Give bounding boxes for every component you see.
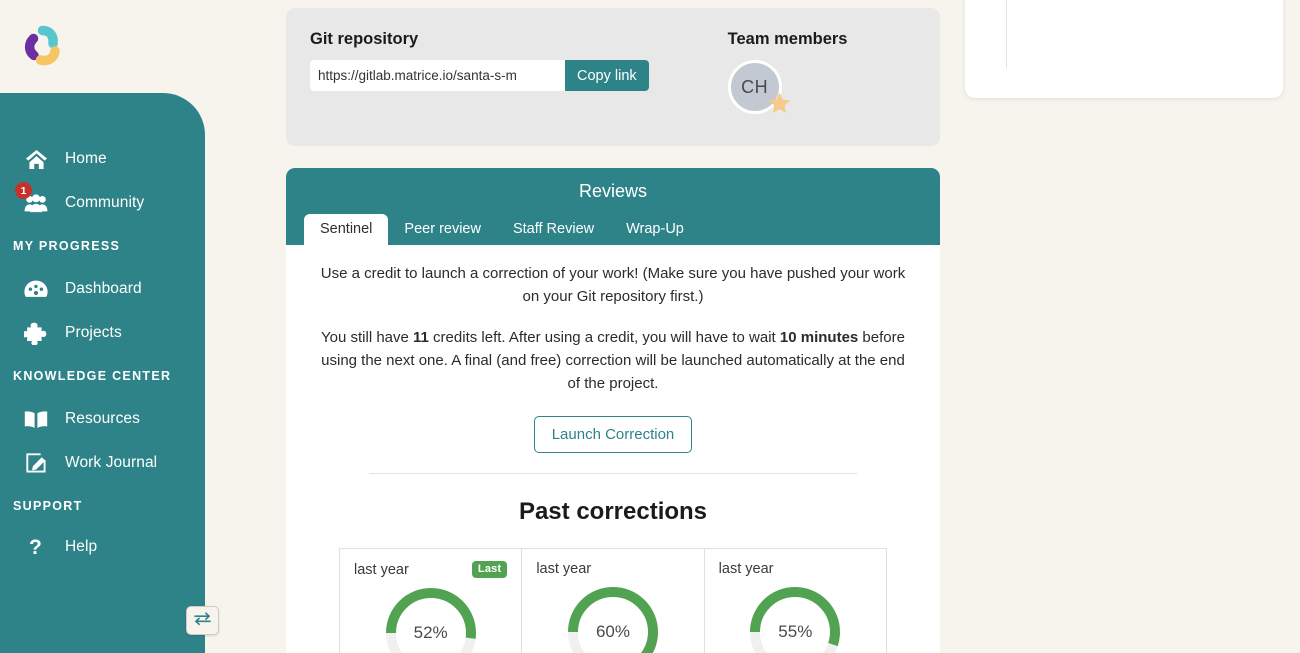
sidebar-item-label: Home — [65, 150, 107, 167]
sidebar-item-label: Help — [65, 538, 98, 555]
credit-instructions-text: Use a credit to launch a correction of y… — [320, 265, 906, 306]
reviews-card: Reviews Sentinel Peer review Staff Revie… — [286, 168, 940, 653]
score-value: 55% — [778, 622, 813, 642]
repo-input-group: Copy link — [310, 60, 649, 91]
question-mark-icon: ? — [24, 535, 48, 559]
git-repository-group: Git repository Copy link — [310, 30, 649, 91]
score-donut: 60% — [565, 584, 661, 653]
score-value: 52% — [413, 623, 448, 643]
launch-correction-button[interactable]: Launch Correction — [533, 416, 693, 454]
sidebar-section-my-progress: MY PROGRESS — [13, 239, 121, 253]
git-repository-input[interactable] — [310, 60, 565, 91]
reviews-tablist: Sentinel Peer review Staff Review Wrap-U… — [286, 214, 940, 245]
last-badge: Last — [471, 561, 508, 579]
git-repository-label: Git repository — [310, 30, 419, 48]
sidebar-item-label: Work Journal — [65, 454, 158, 471]
sidebar-item-work-journal[interactable]: Work Journal — [0, 441, 205, 485]
past-correction-card[interactable]: last year 60% — [522, 549, 705, 653]
credits-text-a: You still have — [321, 328, 414, 346]
launch-correction-wrap: Launch Correction — [316, 416, 910, 454]
score-donut-wrap: 60% — [536, 584, 689, 653]
reviews-title: Reviews — [578, 181, 648, 201]
section-divider — [369, 473, 857, 475]
svg-text:?: ? — [29, 536, 42, 559]
sidebar-item-help[interactable]: ? Help — [0, 525, 205, 569]
past-correction-date: last year — [536, 561, 592, 578]
repository-card: Git repository Copy link Team members CH — [286, 8, 940, 146]
tab-staff-review[interactable]: Staff Review — [497, 214, 610, 245]
main-content: Git repository Copy link Team members CH — [286, 0, 940, 653]
past-corrections-grid: last year Last 52% last year 60% last ye… — [339, 548, 887, 653]
toggle-arrows-icon — [193, 611, 212, 631]
sidebar: Home 1 Community MY PROGRESS Dashboard P… — [0, 93, 205, 653]
tab-wrap-up[interactable]: Wrap-Up — [610, 214, 700, 245]
past-correction-card[interactable]: last year Last 52% — [340, 549, 523, 653]
app-root: Home 1 Community MY PROGRESS Dashboard P… — [0, 0, 1300, 653]
reviews-header: Reviews Sentinel Peer review Staff Revie… — [286, 168, 940, 245]
score-donut: 52% — [383, 585, 479, 653]
puzzle-piece-icon — [24, 321, 48, 345]
notification-panel: You won't able to submit your work anymo… — [965, 0, 1283, 98]
sidebar-item-label: Dashboard — [65, 280, 142, 297]
sidebar-item-label: Projects — [65, 324, 122, 341]
community-badge: 1 — [15, 182, 32, 199]
past-correction-header: last year — [719, 561, 872, 577]
past-corrections-title: Past corrections — [518, 498, 708, 526]
tab-peer-review[interactable]: Peer review — [388, 214, 497, 245]
sidebar-item-dashboard[interactable]: Dashboard — [0, 267, 205, 311]
panel-divider — [1006, 0, 1007, 68]
credits-count: 11 — [413, 328, 429, 346]
credits-text-b: credits left. After using a credit, you … — [428, 328, 780, 346]
past-correction-card[interactable]: last year 55% — [705, 549, 887, 653]
score-value: 60% — [595, 622, 630, 642]
team-members-group: Team members CH — [727, 30, 848, 120]
app-logo[interactable] — [12, 16, 72, 76]
credits-wait-time: 10 minutes — [779, 328, 859, 346]
sidebar-collapse-toggle[interactable] — [186, 606, 219, 635]
past-correction-header: last year Last — [354, 561, 508, 579]
credits-status-text: You still have 11 credits left. After us… — [316, 326, 910, 396]
community-icon: 1 — [15, 182, 48, 215]
sidebar-item-label: Community — [65, 194, 145, 211]
score-donut-wrap: 52% — [354, 585, 507, 653]
tab-sentinel[interactable]: Sentinel — [304, 214, 389, 245]
score-donut-wrap: 55% — [719, 584, 872, 653]
past-correction-date: last year — [354, 561, 409, 578]
sidebar-item-label: Resources — [65, 410, 140, 427]
sidebar-item-resources[interactable]: Resources — [0, 397, 205, 441]
past-correction-date: last year — [718, 561, 774, 578]
sidebar-section-knowledge-center: KNOWLEDGE CENTER — [13, 369, 172, 383]
team-member-avatar-wrap[interactable]: CH — [727, 60, 790, 120]
dashboard-gauge-icon — [24, 277, 48, 301]
sidebar-item-home[interactable]: Home — [0, 137, 205, 181]
sidebar-item-projects[interactable]: Projects — [0, 311, 205, 355]
sidebar-item-community[interactable]: 1 Community — [0, 181, 205, 225]
past-correction-header: last year — [536, 561, 689, 577]
edit-note-icon — [24, 451, 48, 475]
star-icon — [767, 91, 792, 121]
sidebar-section-support: SUPPORT — [13, 499, 83, 513]
copy-link-button[interactable]: Copy link — [565, 60, 649, 91]
open-book-icon — [24, 407, 48, 431]
home-icon — [24, 147, 48, 171]
reviews-body: Use a credit to launch a correction of y… — [286, 245, 940, 653]
team-members-label: Team members — [727, 30, 848, 48]
score-donut: 55% — [747, 584, 843, 653]
